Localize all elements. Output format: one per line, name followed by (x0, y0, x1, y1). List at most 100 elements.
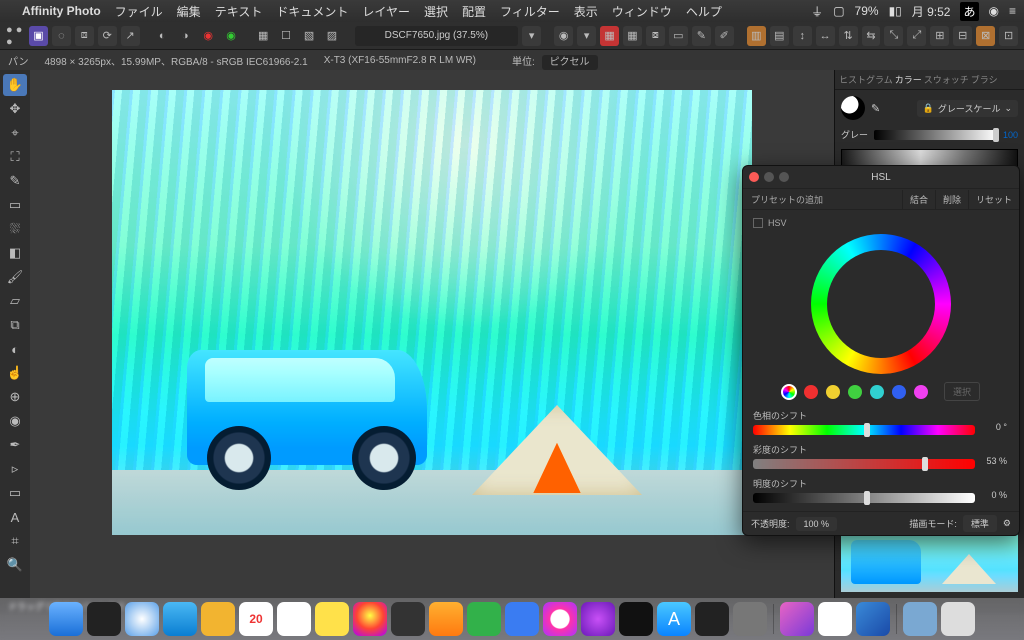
picker-button[interactable]: 選択 (944, 382, 980, 401)
siri-icon[interactable]: ◉ (989, 4, 999, 18)
channel-blue[interactable] (892, 385, 906, 399)
dock-affinity-designer[interactable] (856, 602, 890, 636)
hue-slider[interactable] (753, 425, 975, 435)
persona-develop[interactable]: ⧈ (75, 26, 94, 46)
sel-none[interactable]: ☐ (277, 26, 296, 46)
dock-photos[interactable] (353, 602, 387, 636)
assist-b[interactable]: ✐ (715, 26, 734, 46)
doc-dropdown[interactable]: ▾ (522, 26, 541, 46)
tool-pen[interactable]: ✒ (3, 434, 27, 456)
dock-downloads[interactable] (903, 602, 937, 636)
dock-itunes[interactable] (543, 602, 577, 636)
tool-zoom[interactable]: 🔍 (3, 554, 27, 576)
sel-invert[interactable]: ▧ (300, 26, 319, 46)
unit-dropdown[interactable]: ピクセル (542, 55, 598, 70)
menu-text[interactable]: テキスト (215, 3, 263, 20)
sat-slider[interactable] (753, 459, 975, 469)
arrange-j[interactable]: ⊟ (953, 26, 972, 46)
tab-histogram[interactable]: ヒストグラム (839, 73, 893, 86)
dock-calendar[interactable]: 20 (239, 602, 273, 636)
tool-curves[interactable]: ◉ (222, 26, 241, 46)
toggle-b[interactable]: ▦ (623, 26, 642, 46)
tab-brushes[interactable]: ブラシ (971, 73, 998, 86)
preset-add[interactable]: プリセットの追加 (743, 193, 831, 206)
tool-wb[interactable]: ◉ (199, 26, 218, 46)
tool-clone[interactable]: ⧉ (3, 314, 27, 336)
quickmask-dd[interactable]: ▾ (577, 26, 596, 46)
channel-magenta[interactable] (914, 385, 928, 399)
dock-ibooks[interactable] (429, 602, 463, 636)
tool-move[interactable]: ✥ (3, 98, 27, 120)
tool-levels[interactable]: ◑ (176, 26, 195, 46)
btn-merge[interactable]: 結合 (902, 190, 935, 209)
dock-mail[interactable] (163, 602, 197, 636)
tool-smudge[interactable]: ☝ (3, 362, 27, 384)
battery-icon[interactable]: ▮▯ (889, 4, 902, 18)
dock-settings[interactable] (733, 602, 767, 636)
force-pixel[interactable]: ▭ (669, 26, 688, 46)
dock-trash[interactable] (941, 602, 975, 636)
lum-slider[interactable] (753, 493, 975, 503)
arrange-h[interactable]: ⤢ (907, 26, 926, 46)
sel-pixel[interactable]: ▨ (323, 26, 342, 46)
lum-value[interactable]: 0 % (977, 490, 1007, 500)
menu-window[interactable]: ウィンドウ (612, 3, 672, 20)
btn-delete[interactable]: 削除 (935, 190, 968, 209)
traffic-lights[interactable]: ● ● ● (6, 26, 25, 46)
arrange-g[interactable]: ⤡ (884, 26, 903, 46)
persona-photo[interactable]: ▣ (29, 26, 48, 46)
channel-master[interactable] (782, 385, 796, 399)
tab-swatches[interactable]: スウォッチ (924, 73, 969, 86)
persona-tone[interactable]: ⟳ (98, 26, 117, 46)
tab-color[interactable]: カラー (895, 73, 922, 86)
canvas-area[interactable] (30, 70, 834, 598)
document-title[interactable]: DSCF7650.jpg (37.5%) (355, 26, 519, 46)
gray-slider[interactable] (874, 130, 997, 140)
dock-messages[interactable] (505, 602, 539, 636)
dock-folder[interactable] (818, 602, 852, 636)
menu-arrange[interactable]: 配置 (462, 3, 486, 20)
tool-shape[interactable]: ▭ (3, 482, 27, 504)
tool-color-picker[interactable]: ⌖ (3, 122, 27, 144)
arrange-i[interactable]: ⊞ (930, 26, 949, 46)
hue-value[interactable]: 0 ° (977, 422, 1007, 432)
arrange-l[interactable]: ⊡ (999, 26, 1018, 46)
input-source[interactable]: あ (960, 2, 978, 21)
hsv-checkbox[interactable]: HSV (753, 218, 1009, 228)
channel-green[interactable] (848, 385, 862, 399)
tool-marquee[interactable]: ▭ (3, 194, 27, 216)
dock-imovie[interactable] (391, 602, 425, 636)
dock-reminders[interactable] (315, 602, 349, 636)
channel-cyan[interactable] (870, 385, 884, 399)
wifi-icon[interactable]: ⏚ (811, 3, 823, 20)
fg-bg-swatch[interactable] (841, 96, 865, 120)
hue-wheel[interactable] (811, 234, 951, 374)
arrange-e[interactable]: ⇅ (839, 26, 858, 46)
dock-contacts[interactable] (201, 602, 235, 636)
channel-red[interactable] (804, 385, 818, 399)
tool-selection-brush[interactable]: ✎ (3, 170, 27, 192)
tool-erase[interactable]: ▱ (3, 290, 27, 312)
dock-notes[interactable] (277, 602, 311, 636)
toggle-a[interactable]: ▦ (600, 26, 619, 46)
arrange-k[interactable]: ⊠ (976, 26, 995, 46)
gray-value[interactable]: 100 (1003, 130, 1018, 140)
arrange-d[interactable]: ↔ (816, 26, 835, 46)
dock-podcasts[interactable] (581, 602, 615, 636)
menu-layer[interactable]: レイヤー (362, 3, 410, 20)
tool-text[interactable]: A (3, 506, 27, 528)
menu-select[interactable]: 選択 (424, 3, 448, 20)
sat-value[interactable]: 53 % (977, 456, 1007, 466)
menu-file[interactable]: ファイル (115, 3, 163, 20)
dock-appstore[interactable]: A (657, 602, 691, 636)
app-name[interactable]: Affinity Photo (22, 4, 101, 18)
btn-reset[interactable]: リセット (968, 190, 1019, 209)
tool-crop[interactable]: ⛶ (3, 146, 27, 168)
assist[interactable]: ✎ (692, 26, 711, 46)
tool-gradient[interactable]: ◧ (3, 242, 27, 264)
gear-icon[interactable]: ⚙ (1003, 518, 1011, 529)
dock-launchpad[interactable] (87, 602, 121, 636)
color-mode-dropdown[interactable]: 🔒 グレースケール ⌄ (917, 100, 1018, 117)
snap[interactable]: ⧇ (646, 26, 665, 46)
channel-yellow[interactable] (826, 385, 840, 399)
